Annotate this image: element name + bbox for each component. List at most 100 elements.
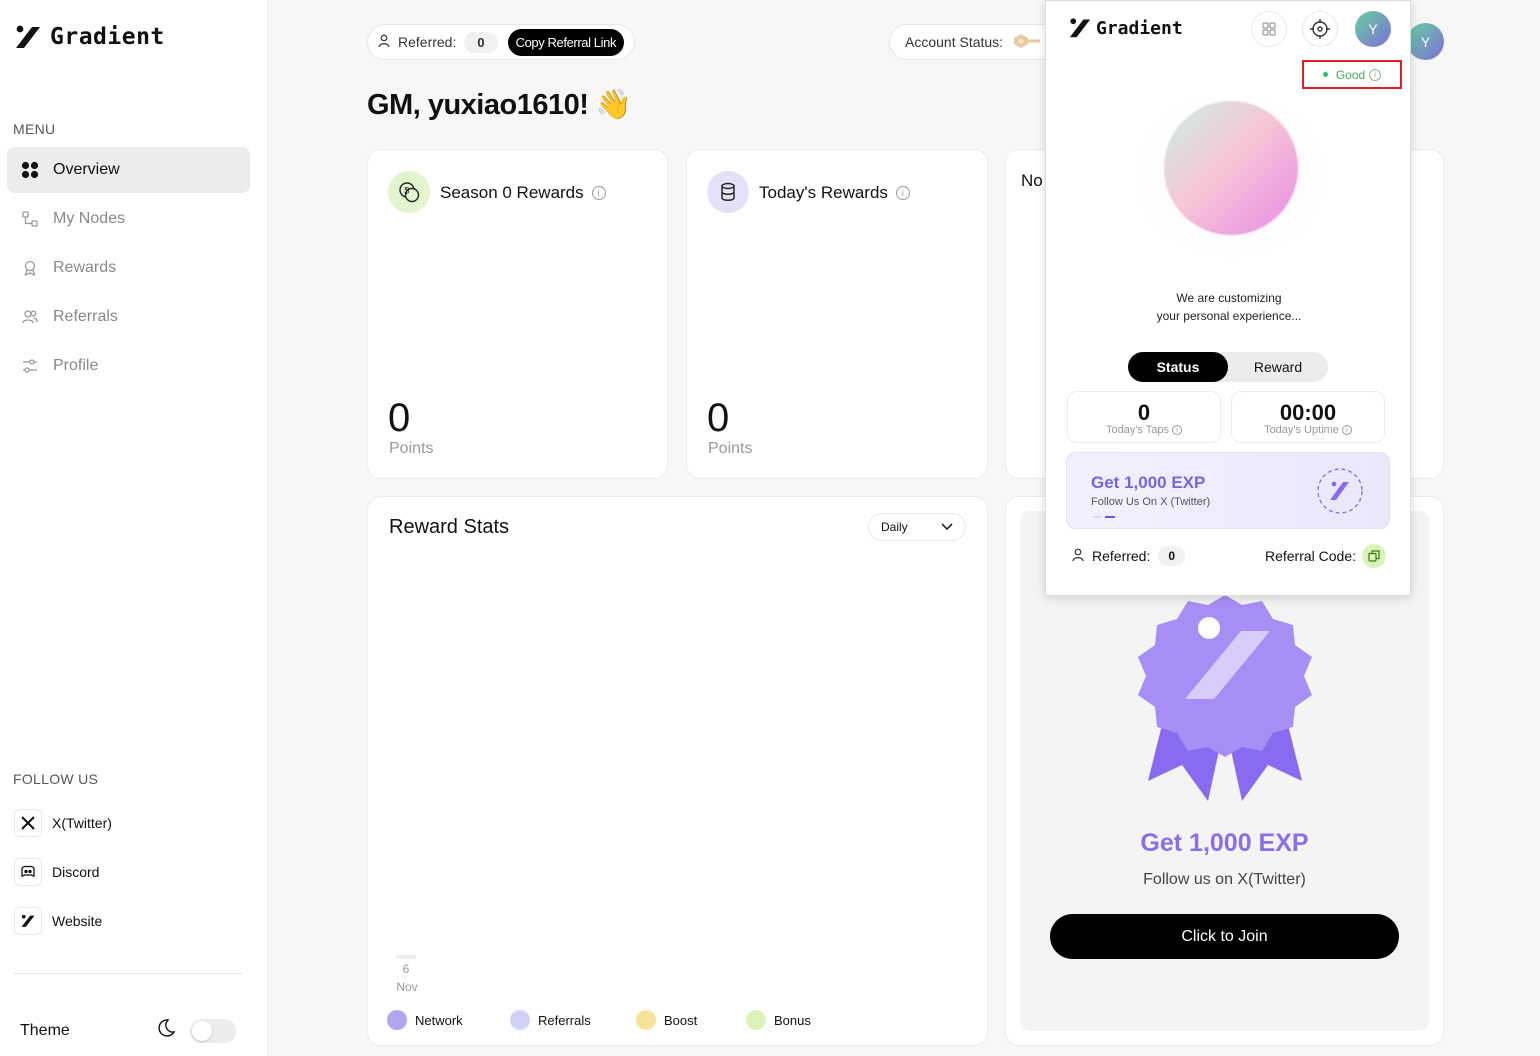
legend-label: Referrals: [538, 1012, 591, 1028]
season-points-value: 0: [388, 396, 411, 440]
badge-icon: [1317, 468, 1363, 514]
tab-status[interactable]: Status: [1128, 352, 1228, 382]
sidebar-item-profile[interactable]: Profile: [7, 343, 250, 389]
apps-icon: [1262, 22, 1276, 36]
info-icon[interactable]: i: [895, 186, 910, 200]
referred-count: 0: [464, 31, 498, 53]
period-select[interactable]: Daily: [868, 513, 966, 541]
bar-placeholder: [396, 955, 416, 959]
today-taps-card: 0 Today's Taps i: [1067, 391, 1221, 443]
exp-subtitle: Follow Us On X (Twitter): [1091, 496, 1211, 508]
points-label: Points: [389, 440, 434, 457]
info-icon[interactable]: i: [591, 186, 606, 200]
referral-code-label: Referral Code:: [1264, 548, 1356, 564]
season-rewards-card: $ Season 0 Rewards i 0 Points: [367, 149, 668, 479]
period-value: Daily: [881, 520, 908, 534]
carousel-dot[interactable]: [1093, 516, 1101, 518]
theme-toggle[interactable]: [190, 1018, 236, 1043]
crosshair-icon: [1310, 19, 1330, 39]
extension-popup: Gradient Y Good i We are customizing you…: [1045, 0, 1411, 596]
carousel-dot[interactable]: [1105, 516, 1115, 518]
divider: [14, 973, 242, 974]
popup-referral-code: Referral Code:: [1265, 544, 1386, 568]
database-icon: [707, 171, 749, 213]
taps-value: 0: [1137, 400, 1151, 425]
sidebar-item-label: Referrals: [53, 308, 118, 325]
exp-title: Get 1,000 EXP: [1091, 473, 1206, 492]
click-to-join-button[interactable]: Click to Join: [1050, 914, 1399, 959]
customizing-message: We are customizing your personal experie…: [1046, 289, 1412, 325]
globe-orb-image: [1126, 86, 1336, 261]
users-icon: [21, 308, 39, 326]
reward-stats-title: Reward Stats: [389, 516, 510, 538]
legend-item[interactable]: Bonus: [746, 1010, 836, 1030]
popup-referred: Referred: 0: [1072, 546, 1186, 566]
x-tick-day: 6: [402, 962, 410, 976]
status-text: Good: [1335, 67, 1366, 82]
sliders-icon: [21, 357, 39, 375]
target-button[interactable]: [1302, 11, 1338, 47]
x-tick-month: Nov: [396, 980, 418, 994]
page-greeting: GM, yuxiao1610! 👋: [367, 89, 632, 121]
sidebar-item-referrals[interactable]: Referrals: [7, 294, 250, 340]
uptime-label: Today's Uptime: [1264, 424, 1339, 436]
popup-avatar[interactable]: Y: [1355, 11, 1391, 47]
brand-name: Gradient: [50, 24, 165, 50]
info-icon[interactable]: i: [1369, 68, 1382, 81]
reward-stats-card: Reward Stats Daily 6 Nov Network Referra…: [367, 496, 988, 1046]
legend-dot: [636, 1010, 656, 1030]
follow-twitter-link[interactable]: X(Twitter): [14, 809, 112, 837]
account-status-pill[interactable]: Account Status:: [889, 24, 1059, 60]
copy-referral-link-button[interactable]: Copy Referral Link: [507, 28, 625, 56]
follow-discord-link[interactable]: Discord: [14, 858, 99, 886]
user-avatar[interactable]: Y: [1407, 23, 1444, 60]
follow-label: Discord: [52, 864, 100, 880]
user-icon: [1072, 548, 1084, 565]
legend-item[interactable]: Boost: [636, 1010, 746, 1030]
discord-icon: [14, 858, 42, 886]
taps-label: Today's Taps: [1105, 424, 1170, 436]
card-title: No: [1021, 171, 1043, 190]
info-icon[interactable]: i: [1172, 425, 1183, 435]
uptime-value: 00:00: [1279, 400, 1337, 425]
info-icon[interactable]: i: [1341, 425, 1352, 435]
copy-icon: [1368, 550, 1380, 562]
sidebar-item-rewards[interactable]: Rewards: [7, 245, 250, 291]
tab-reward[interactable]: Reward: [1228, 352, 1328, 382]
popup-brand-logo[interactable]: Gradient: [1068, 17, 1183, 39]
follow-us-label: FOLLOW US: [13, 771, 99, 787]
copy-code-button[interactable]: [1362, 544, 1386, 568]
moon-icon: [156, 1018, 176, 1043]
coins-icon: $: [388, 171, 430, 213]
today-points-value: 0: [707, 396, 730, 440]
gradient-logo-icon: [14, 907, 42, 935]
popup-tabs: Status Reward: [1128, 352, 1328, 382]
legend-item[interactable]: Network: [387, 1010, 510, 1030]
sidebar-item-label: Rewards: [53, 259, 117, 276]
sidebar: Gradient MENU Overview My Nodes Rewards …: [0, 0, 268, 1056]
card-title: Today's Rewards: [759, 183, 888, 202]
status-hex-icon: [1013, 33, 1041, 52]
points-label: Points: [708, 440, 753, 457]
sidebar-item-overview[interactable]: Overview: [7, 147, 250, 193]
follow-label: X(Twitter): [52, 815, 112, 831]
award-icon: [21, 259, 39, 277]
join-subtitle: Follow us on X(Twitter): [1143, 871, 1306, 888]
apps-button[interactable]: [1251, 11, 1287, 47]
exp-promo-card[interactable]: Get 1,000 EXP Follow Us On X (Twitter): [1066, 452, 1390, 529]
brand-logo[interactable]: Gradient: [14, 24, 165, 50]
sidebar-item-my-nodes[interactable]: My Nodes: [7, 196, 250, 242]
customizing-line-2: your personal experience...: [1156, 309, 1302, 323]
referral-pill: Referred: 0 Copy Referral Link: [367, 24, 635, 60]
sidebar-item-label: My Nodes: [53, 210, 126, 227]
theme-row: Theme: [20, 1018, 236, 1043]
follow-label: Website: [52, 913, 103, 929]
theme-label: Theme: [20, 1021, 70, 1039]
account-status-label: Account Status:: [905, 34, 1004, 50]
legend-dot: [510, 1010, 530, 1030]
legend-item[interactable]: Referrals: [510, 1010, 636, 1030]
legend-label: Network: [415, 1012, 463, 1028]
status-dot: [1322, 72, 1328, 77]
follow-website-link[interactable]: Website: [14, 907, 102, 935]
chart-legend: Network Referrals Boost Bonus: [387, 1010, 836, 1030]
